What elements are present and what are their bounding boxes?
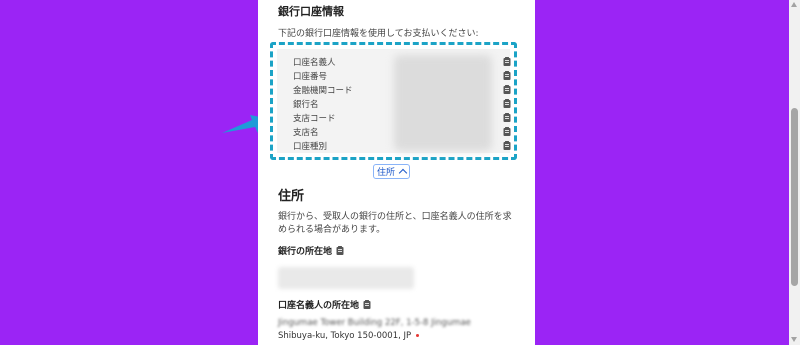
clipboard-icon[interactable] xyxy=(503,85,511,94)
field-label-branch-code: 支店コード xyxy=(293,114,336,124)
status-dot xyxy=(416,334,420,337)
bank-location-label: 銀行の所在地 xyxy=(278,247,333,257)
address-description: 銀行から、受取人の銀行の住所と、口座名義人の住所を求められる場合があります。 xyxy=(278,212,512,235)
clipboard-icon[interactable] xyxy=(503,141,511,150)
scroll-up-arrow-icon[interactable] xyxy=(791,2,797,7)
bank-location-heading: 銀行の所在地 xyxy=(278,244,344,257)
clipboard-icon[interactable] xyxy=(503,113,511,122)
holder-address-line1: Jingumae Tower Building 22F, 1-5-8 Jingu… xyxy=(278,318,471,328)
holder-location-label: 口座名義人の所在地 xyxy=(278,301,360,311)
holder-address-line2-text: Shibuya-ku, Tokyo 150-0001, JP xyxy=(278,331,412,341)
clipboard-icon[interactable] xyxy=(363,300,371,309)
scroll-down-arrow-icon[interactable] xyxy=(791,337,797,342)
bank-info-title: 銀行口座情報 xyxy=(278,5,344,18)
address-toggle-button[interactable]: 住所 xyxy=(373,164,411,179)
bank-details-card: 口座名義人 口座番号 金融機関コード 銀行名 支店コード 支店名 口座種別 xyxy=(277,49,511,153)
clipboard-icon[interactable] xyxy=(503,127,511,136)
field-label-branch-name: 支店名 xyxy=(293,128,319,138)
scrollbar-thumb[interactable] xyxy=(791,108,798,286)
clipboard-icon[interactable] xyxy=(336,246,344,255)
field-label-institution-code: 金融機関コード xyxy=(293,86,353,96)
field-label-account-type: 口座種別 xyxy=(293,142,328,152)
field-label-account-holder: 口座名義人 xyxy=(293,58,336,68)
chevron-up-icon xyxy=(398,168,408,178)
field-label-account-number: 口座番号 xyxy=(293,72,328,82)
clipboard-icon[interactable] xyxy=(503,71,511,80)
clipboard-icon[interactable] xyxy=(503,99,511,108)
bank-info-instruction: 下記の銀行口座情報を使用してお支払いください: xyxy=(278,29,479,39)
holder-location-heading: 口座名義人の所在地 xyxy=(278,298,371,311)
payment-panel: 銀行口座情報 下記の銀行口座情報を使用してお支払いください: 口座名義人 口座番… xyxy=(258,0,535,345)
redacted-values xyxy=(394,55,492,151)
clipboard-icon[interactable] xyxy=(503,57,511,66)
holder-address-line2: Shibuya-ku, Tokyo 150-0001, JP xyxy=(278,331,420,341)
field-label-bank-name: 銀行名 xyxy=(293,100,319,110)
redacted-bank-address xyxy=(278,267,414,289)
scrollbar[interactable] xyxy=(789,0,800,345)
address-toggle-label: 住所 xyxy=(377,168,396,178)
address-heading: 住所 xyxy=(278,189,305,204)
bank-details-box: 口座名義人 口座番号 金融機関コード 銀行名 支店コード 支店名 口座種別 xyxy=(270,42,517,160)
